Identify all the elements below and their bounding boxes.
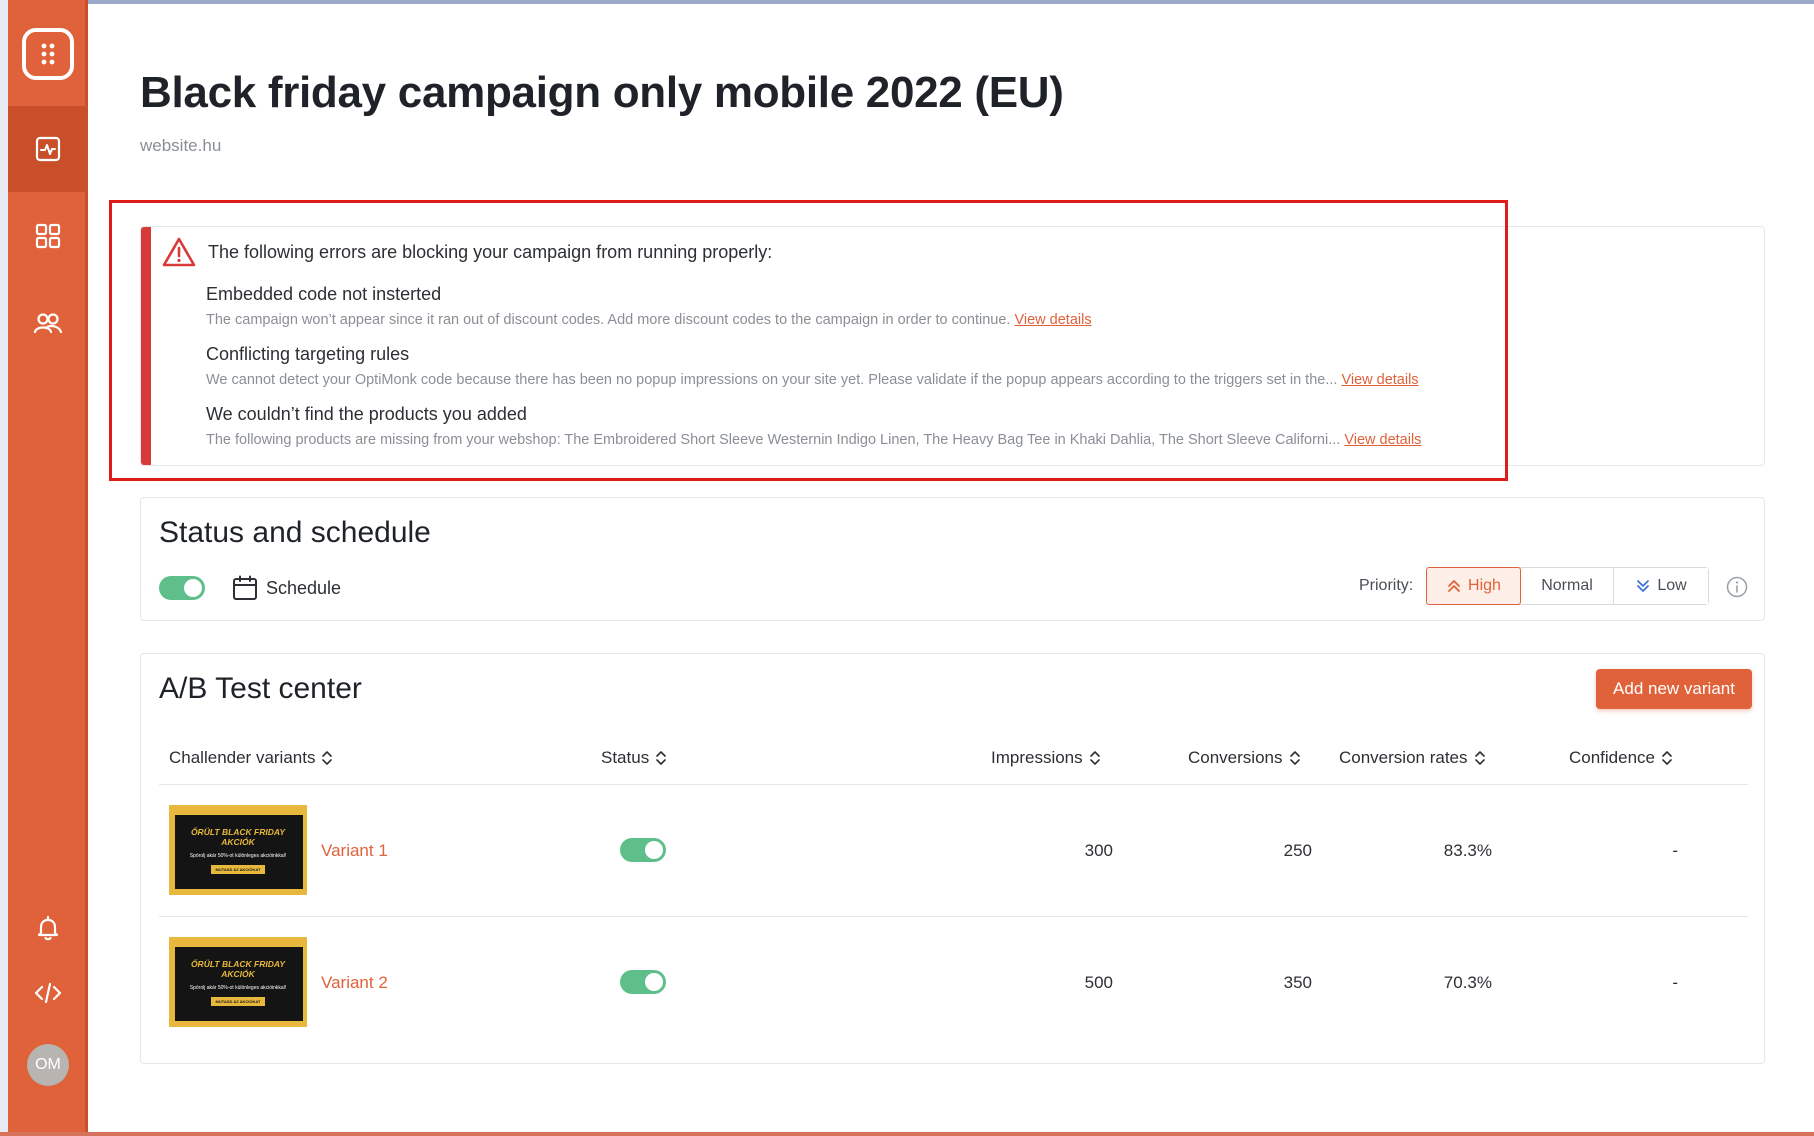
users-icon — [33, 313, 63, 334]
error-title: We couldn’t find the products you added — [206, 404, 527, 424]
table-row: ŐRÜLT BLACK FRIDAY AKCIÓK Spórolj akár 50… — [159, 785, 1748, 917]
error-heading: The following errors are blocking your c… — [162, 237, 772, 267]
column-header-variants[interactable]: Challender variants — [169, 748, 333, 768]
priority-label: Priority: — [1359, 577, 1414, 594]
grid-icon — [35, 223, 61, 249]
info-icon[interactable] — [1726, 576, 1748, 598]
thumbnail-subtext: Spórolj akár 50%-ot különleges akcióinkk… — [189, 985, 287, 991]
column-header-status[interactable]: Status — [601, 748, 667, 768]
logo-dots-icon — [41, 43, 55, 65]
sort-icon — [656, 751, 667, 765]
priority-low-button[interactable]: Low — [1614, 568, 1708, 604]
ab-test-center-card: A/B Test center Add new variant Challend… — [140, 653, 1765, 1064]
sidebar-item-analytics[interactable] — [8, 106, 88, 192]
window-left-border — [0, 0, 8, 1136]
error-item: We couldn’t find the products you added … — [206, 404, 1421, 448]
variant-thumbnail[interactable]: ŐRÜLT BLACK FRIDAY AKCIÓK Spórolj akár 50… — [169, 937, 307, 1027]
calendar-icon — [233, 575, 257, 600]
impressions-value: 500 — [1084, 973, 1113, 992]
error-description: The following products are missing from … — [206, 432, 1422, 448]
warning-icon — [162, 237, 196, 267]
campaign-domain: website.hu — [140, 136, 222, 155]
column-header-confidence[interactable]: Confidence — [1569, 748, 1673, 768]
column-header-conversions[interactable]: Conversions — [1188, 748, 1301, 768]
column-header-impressions[interactable]: Impressions — [991, 748, 1101, 768]
campaign-status-toggle[interactable] — [159, 576, 205, 600]
status-card-title: Status and schedule — [159, 516, 431, 549]
error-title: Conflicting targeting rules — [206, 344, 410, 364]
view-details-link[interactable]: View details — [1341, 372, 1418, 388]
sidebar-item-campaigns[interactable] — [8, 193, 88, 279]
sort-icon — [1474, 751, 1485, 765]
sidebar-item-users[interactable] — [8, 280, 88, 366]
error-heading-text: The following errors are blocking your c… — [208, 241, 773, 262]
priority-low-label: Low — [1657, 577, 1687, 594]
error-description: The campaign won’t appear since it ran o… — [206, 312, 1092, 328]
priority-high-label: High — [1468, 577, 1501, 594]
variant-thumbnail[interactable]: ŐRÜLT BLACK FRIDAY AKCIÓK Spórolj akár 50… — [169, 805, 307, 895]
schedule-label: Schedule — [266, 577, 342, 598]
sort-icon — [322, 751, 333, 765]
optimonk-logo-icon[interactable] — [22, 28, 74, 80]
view-details-link[interactable]: View details — [1014, 312, 1091, 328]
error-description: We cannot detect your OptiMonk code beca… — [206, 372, 1419, 388]
priority-selector: High Normal Low — [1426, 567, 1709, 605]
thumbnail-cta: MUTASD AZ AKCIÓKAT — [211, 997, 265, 1006]
sidebar: OM — [8, 0, 88, 1136]
thumbnail-headline: ŐRÜLT BLACK FRIDAY AKCIÓK — [190, 827, 286, 847]
conversions-value: 350 — [1283, 973, 1312, 992]
variant-status-toggle[interactable] — [620, 970, 666, 994]
sort-icon — [1089, 751, 1100, 765]
table-row: ŐRÜLT BLACK FRIDAY AKCIÓK Spórolj akár 50… — [159, 917, 1748, 1049]
error-alert-card: The following errors are blocking your c… — [140, 226, 1765, 466]
toggle-knob — [184, 579, 202, 597]
error-item: Embedded code not insterted The campaign… — [206, 284, 1092, 328]
column-header-conversion-rates[interactable]: Conversion rates — [1339, 748, 1486, 768]
conversion-rate-value: 70.3% — [1443, 973, 1492, 992]
error-title: Embedded code not insterted — [206, 284, 442, 304]
bell-icon — [37, 915, 59, 941]
variant-status-toggle[interactable] — [620, 838, 666, 862]
schedule-button[interactable]: Schedule — [232, 575, 341, 601]
chevrons-down-icon — [1637, 580, 1650, 592]
code-icon — [34, 982, 62, 1004]
window-bottom-border — [0, 1132, 1814, 1136]
page-title: Black friday campaign only mobile 2022 (… — [140, 68, 1064, 117]
impressions-value: 300 — [1084, 841, 1113, 860]
conversions-value: 250 — [1283, 841, 1312, 860]
priority-normal-label: Normal — [1541, 577, 1593, 594]
confidence-value: - — [1672, 841, 1678, 860]
user-avatar[interactable]: OM — [27, 1044, 69, 1086]
priority-normal-button[interactable]: Normal — [1521, 568, 1614, 604]
analytics-icon — [35, 136, 61, 162]
priority-high-button[interactable]: High — [1426, 567, 1521, 605]
add-new-variant-button[interactable]: Add new variant — [1596, 669, 1752, 709]
variant-name-link[interactable]: Variant 1 — [321, 841, 388, 861]
thumbnail-subtext: Spórolj akár 50%-ot különleges akcióinkk… — [189, 853, 287, 859]
window-top-border — [0, 0, 1814, 4]
view-details-link[interactable]: View details — [1344, 432, 1421, 448]
sidebar-item-code[interactable] — [8, 950, 88, 1036]
thumbnail-cta: MUTASD AZ AKCIÓKAT — [211, 865, 265, 874]
thumbnail-headline: ŐRÜLT BLACK FRIDAY AKCIÓK — [190, 959, 286, 979]
sort-icon — [1289, 751, 1300, 765]
ab-test-title: A/B Test center — [159, 672, 362, 705]
error-item: Conflicting targeting rules We cannot de… — [206, 344, 1419, 388]
chevrons-up-icon — [1448, 580, 1460, 592]
status-schedule-card: Status and schedule Schedule Priority: H… — [140, 497, 1765, 621]
conversion-rate-value: 83.3% — [1443, 841, 1492, 860]
variant-name-link[interactable]: Variant 2 — [321, 973, 388, 993]
confidence-value: - — [1672, 973, 1678, 992]
error-accent-bar — [141, 227, 151, 465]
sort-icon — [1662, 751, 1672, 765]
